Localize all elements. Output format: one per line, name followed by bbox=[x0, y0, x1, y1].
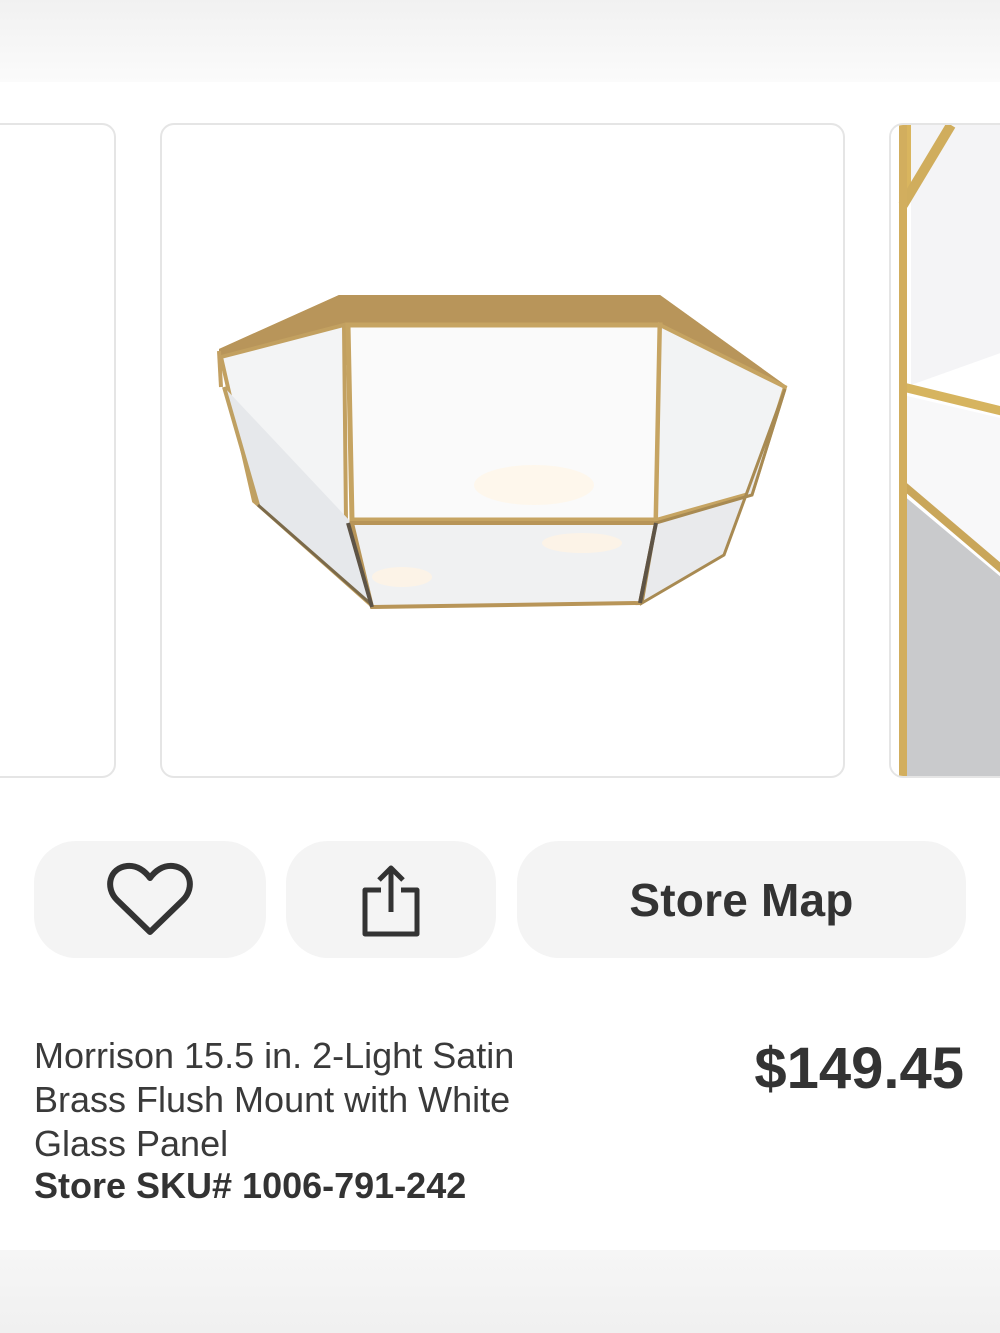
glass-panel-closeup-image bbox=[891, 125, 1000, 776]
favorite-button[interactable] bbox=[34, 841, 266, 958]
product-title: Morrison 15.5 in. 2-Light Satin Brass Fl… bbox=[34, 1035, 515, 1164]
heart-icon bbox=[107, 862, 193, 935]
gallery-image-main[interactable] bbox=[160, 123, 845, 778]
store-map-button[interactable]: Store Map bbox=[517, 841, 966, 958]
product-price: $149.45 bbox=[754, 1036, 964, 1101]
share-icon bbox=[362, 865, 420, 936]
store-sku: Store SKU# 1006-791-242 bbox=[34, 1165, 467, 1206]
status-bar-area bbox=[0, 0, 1000, 82]
store-map-label: Store Map bbox=[629, 873, 854, 926]
bottom-toolbar-area bbox=[0, 1250, 1000, 1333]
share-button[interactable] bbox=[286, 841, 496, 958]
gallery-image-next[interactable] bbox=[889, 123, 1000, 778]
gallery-image-previous[interactable] bbox=[0, 123, 116, 778]
ceiling-light-image bbox=[217, 295, 788, 610]
